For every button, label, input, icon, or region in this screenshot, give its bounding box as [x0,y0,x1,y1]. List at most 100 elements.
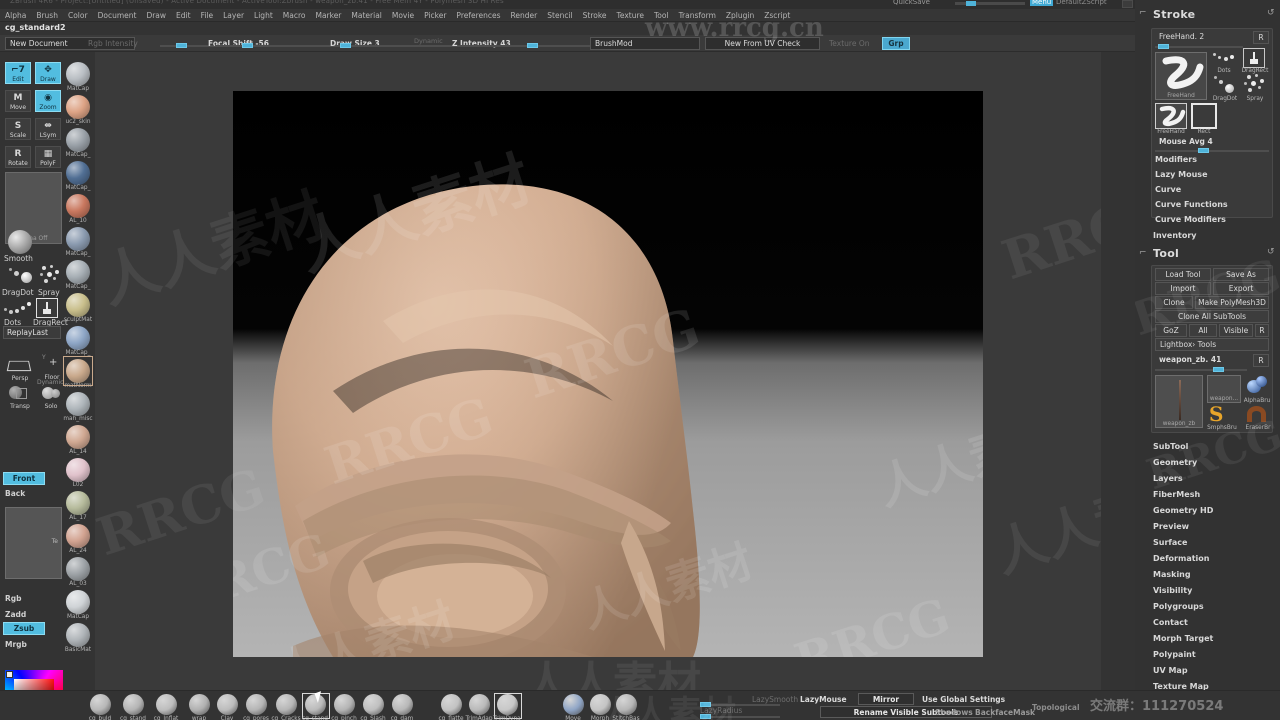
tool-subpalette-subtool[interactable]: SubTool [1153,442,1188,451]
menu-item-layer[interactable]: Layer [218,9,249,22]
back-view-label[interactable]: Back [5,489,25,498]
brush-icon[interactable] [497,694,518,715]
goz-button[interactable]: GoZ [1155,324,1187,337]
menu-item-movie[interactable]: Movie [387,9,419,22]
spray-stroke-button[interactable] [1243,74,1267,96]
rgb-intensity-slider-knob[interactable] [176,43,187,48]
menu-item-transform[interactable]: Transform [674,9,721,22]
mouse-avg-slider-knob[interactable] [1198,148,1209,153]
stroke-record-button[interactable]: R [1253,31,1269,44]
menu-item-brush[interactable]: Brush [31,9,63,22]
stroke-slider-knob[interactable] [1158,44,1169,49]
clone-all-subtools-button[interactable]: Clone All SubTools [1155,310,1269,323]
tool-collapse-icon[interactable]: ⌐ [1139,248,1147,258]
menu-item-color[interactable]: Color [63,9,93,22]
grp-button[interactable]: Grp [882,37,910,50]
tool-slider-knob[interactable] [1213,367,1224,372]
menu-item-alpha[interactable]: Alpha [0,9,31,22]
brush-icon[interactable] [217,694,238,715]
tool-slider-track[interactable] [1155,369,1247,371]
tool-subpalette-geometry[interactable]: Geometry [1153,458,1197,467]
current-tool-label[interactable]: weapon_zb. 41 [1155,354,1249,367]
lsym-button[interactable]: ⇹ LSym [35,118,61,140]
backfacemask-button[interactable]: BackfaceMask [975,708,1035,717]
brush-icon[interactable] [616,694,637,715]
tool-subpalette-polypaint[interactable]: Polypaint [1153,650,1196,659]
rgb-button[interactable]: Rgb [5,594,22,603]
save-as-button[interactable]: Save As [1213,268,1269,281]
freehand-stroke-preview[interactable]: FreeHand [1155,52,1207,100]
dragdot-stroke-icon[interactable] [5,266,35,288]
tool-subpalette-layers[interactable]: Layers [1153,474,1183,483]
dragrect-stroke-icon[interactable] [36,298,58,318]
brush-icon[interactable] [276,694,297,715]
clone-button[interactable]: Clone [1155,296,1193,309]
perspective-button[interactable]: Persp [6,358,34,382]
quicksave-label[interactable]: QuickSave [893,0,930,6]
stroke-reset-icon[interactable]: ↺ [1267,8,1275,18]
new-from-uv-check-button[interactable]: New From UV Check [705,37,820,50]
menu-item-stroke[interactable]: Stroke [578,9,612,22]
stroke-palette-title[interactable]: Stroke [1153,8,1195,21]
tool-record-button[interactable]: R [1253,354,1269,367]
texture-thumbnail[interactable]: Te [5,507,62,579]
menu-item-texture[interactable]: Texture [612,9,649,22]
brush-icon[interactable] [189,694,210,715]
spray-stroke-icon[interactable] [38,264,62,286]
material-sphere[interactable] [66,293,90,317]
menu-item-picker[interactable]: Picker [419,9,451,22]
material-sphere[interactable] [66,161,90,185]
menu-item-tool[interactable]: Tool [649,9,674,22]
tool-thumb-2[interactable]: weapon... [1207,375,1241,403]
goz-visible-button[interactable]: Visible [1219,324,1253,337]
tool-subpalette-uv-map[interactable]: UV Map [1153,666,1188,675]
material-sphere[interactable] [66,392,90,416]
brush-icon[interactable] [123,694,144,715]
sculpted-head-model[interactable] [233,91,983,657]
brush-icon[interactable] [246,694,267,715]
material-sphere[interactable] [66,524,90,548]
material-sphere[interactable] [66,326,90,350]
dynamic-label[interactable]: Dynamic [414,37,443,45]
z-intensity-slider-knob[interactable] [527,43,538,48]
lightbox-tools-button[interactable]: Lightbox› Tools [1155,338,1269,351]
brush-icon[interactable] [156,694,177,715]
eraser-brush-thumb[interactable] [1245,404,1269,426]
brush-icon[interactable] [90,694,111,715]
load-tool-button[interactable]: Load Tool [1155,268,1211,281]
brush-icon[interactable] [392,694,413,715]
menu-item-zplugin[interactable]: Zplugin [721,9,759,22]
menu-item-preferences[interactable]: Preferences [451,9,505,22]
material-sphere[interactable] [66,62,90,86]
move-mode-button[interactable]: M Move [5,90,31,112]
stroke-subsection-curve[interactable]: Curve [1155,185,1181,194]
tool-subpalette-surface[interactable]: Surface [1153,538,1187,547]
dots-stroke-icon[interactable] [4,300,34,318]
stroke-subsection-modifiers[interactable]: Modifiers [1155,155,1197,164]
quicksave-slider-knob[interactable] [966,1,976,6]
mirror-button[interactable]: Mirror [858,693,914,705]
lazyradius-slider-track[interactable] [700,716,780,718]
main-menu-bar[interactable]: Alpha Brush Color Document Draw Edit File Layer… [0,9,1135,22]
menu-item-marker[interactable]: Marker [310,9,346,22]
brush-icon[interactable] [590,694,611,715]
edit-mode-button[interactable]: ⌐7 Edit [5,62,31,84]
tool-subpalette-geometry-hd[interactable]: Geometry HD [1153,506,1213,515]
texture-on-label[interactable]: Texture On [829,39,870,48]
mouse-avg-slider-track[interactable] [1155,150,1269,152]
titlebar-icon-button-1[interactable] [1122,0,1133,8]
material-sphere[interactable] [66,95,90,119]
menu-item-draw[interactable]: Draw [141,9,171,22]
goz-all-button[interactable]: All [1189,324,1217,337]
front-view-button[interactable]: Front [3,472,45,485]
tool-subpalette-masking[interactable]: Masking [1153,570,1191,579]
lazymouse-button[interactable]: LazyMouse [800,695,847,704]
transparency-button[interactable]: Transp [6,384,34,410]
tool-subpalette-visibility[interactable]: Visibility [1153,586,1192,595]
export-button[interactable]: Export [1213,282,1269,295]
menu-item-zscript[interactable]: Zscript [759,9,795,22]
menu-item-document[interactable]: Document [93,9,142,22]
current-tool-thumbnail[interactable]: weapon_zb [1155,375,1203,428]
menu-item-light[interactable]: Light [249,9,278,22]
material-sphere[interactable] [66,425,90,449]
